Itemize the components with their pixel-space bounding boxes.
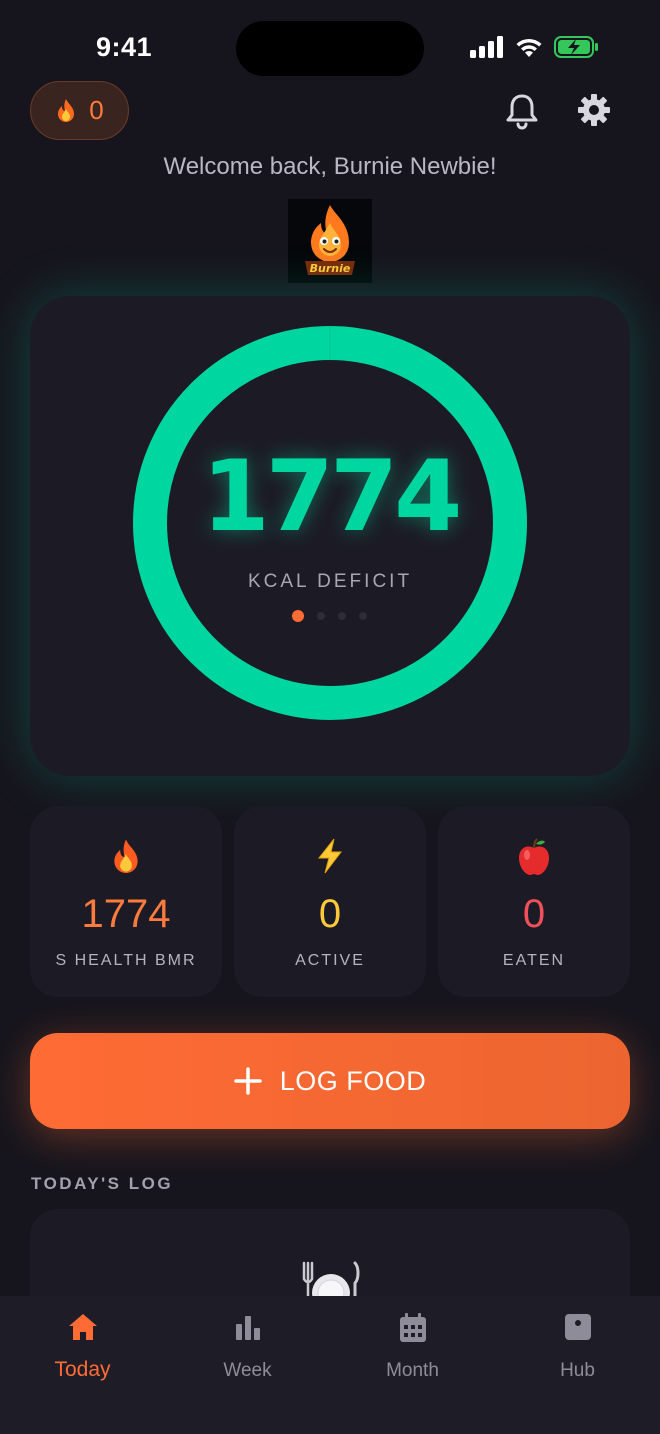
log-food-label: LOG FOOD [279,1065,427,1096]
stat-card-bmr[interactable]: 1774 S HEALTH BMR [30,806,222,997]
page-dot[interactable] [292,610,304,622]
stat-card-active[interactable]: 0 ACTIVE [234,806,426,997]
lightning-icon [317,838,343,874]
tab-month[interactable]: Month [330,1308,495,1388]
tab-week[interactable]: Week [165,1308,330,1388]
log-food-button[interactable]: LOG FOOD [30,1033,630,1129]
tab-label-hub: Hub [560,1360,595,1381]
apple-icon [519,838,549,875]
todays-log-title: TODAY'S LOG [31,1174,174,1193]
page-dot[interactable] [359,612,367,620]
deficit-label: KCAL DEFICIT [247,571,413,592]
stat-value-bmr: 1774 [81,892,171,936]
page-dot[interactable] [317,612,325,620]
stat-card-eaten[interactable]: 0 EATEN [438,806,630,997]
tab-label-week: Week [223,1360,272,1381]
home-icon [68,1314,97,1340]
hub-icon [564,1314,591,1340]
bar-chart-icon [235,1316,260,1340]
tab-label-month: Month [386,1360,439,1381]
deficit-progress-ring [133,326,527,720]
stat-value-active: 0 [318,892,342,936]
page-dot[interactable] [338,612,346,620]
stat-label-eaten: EATEN [502,952,566,969]
stat-label-bmr: S HEALTH BMR [55,952,197,969]
bottom-tab-bar: Today Week Month Hub [0,1296,660,1434]
stat-value-eaten: 0 [522,892,546,936]
deficit-value: 1774 [201,440,463,554]
fire-icon [114,839,138,873]
tab-label-today: Today [54,1358,111,1381]
tab-hub[interactable]: Hub [495,1308,660,1388]
page-indicator[interactable] [292,610,367,622]
tab-today[interactable]: Today [0,1308,165,1388]
stat-label-active: ACTIVE [295,952,365,969]
calendar-icon [399,1313,426,1342]
plus-icon [233,1067,262,1095]
